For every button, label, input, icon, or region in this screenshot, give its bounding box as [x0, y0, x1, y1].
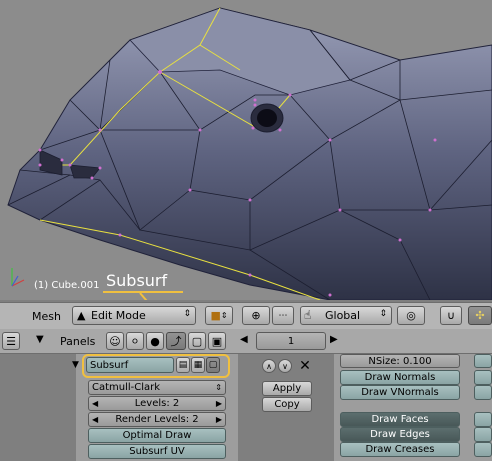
modifier-name: Subsurf	[90, 359, 129, 371]
draw-creases-label: Draw Creases	[365, 444, 435, 455]
script-context-icon[interactable]: ⚪	[126, 332, 144, 350]
pivot-select[interactable]: ⊕	[242, 306, 270, 325]
levels-field[interactable]: ◀ Levels: 2 ▶	[88, 396, 226, 411]
side-toggle[interactable]	[474, 412, 492, 427]
chevron-updown-icon: ⇕	[220, 311, 228, 320]
realtime-toggle-icon[interactable]: ▦	[191, 357, 205, 373]
optimal-draw-toggle[interactable]: Optimal Draw	[88, 428, 226, 443]
subsurf-uv-label: Subsurf UV	[129, 446, 185, 457]
draw-edges-label: Draw Edges	[370, 429, 430, 440]
chevron-updown-icon: ⇕	[215, 383, 222, 392]
side-field[interactable]	[474, 354, 492, 368]
shading-context-icon[interactable]: ●	[146, 332, 164, 350]
draw-faces-label: Draw Faces	[371, 414, 429, 425]
page-number-field[interactable]: 1	[256, 332, 326, 350]
page-number-value: 1	[287, 335, 295, 347]
vertex-icon: ✣	[475, 309, 485, 322]
subsurf-type-select[interactable]: Catmull-Clark ⇕	[88, 380, 226, 395]
scene-context-icon[interactable]: ▣	[208, 332, 226, 350]
collapse-arrow-icon[interactable]: ▼	[36, 334, 44, 345]
cube-icon: ■	[210, 309, 221, 322]
3d-viewport[interactable]: (1) Cube.001 Subsurf	[0, 0, 492, 300]
draw-normals-toggle[interactable]: Draw Normals	[340, 370, 460, 385]
modifier-name-field[interactable]: Subsurf	[86, 357, 174, 373]
draw-edges-toggle[interactable]: Draw Edges	[340, 427, 460, 442]
editmode-toggle-icon[interactable]: ▢	[206, 357, 220, 373]
increment-arrow-icon: ▶	[215, 415, 222, 424]
viewport-header: Mesh ▲ Edit Mode ⇕ ■ ⇕ ⊕ ⋯ ☝ Global ⇕ ◎ ∪…	[0, 302, 492, 330]
render-toggle-icon[interactable]: ▤	[176, 357, 190, 373]
mesh-menu[interactable]: Mesh	[32, 310, 61, 323]
draw-normals-label: Draw Normals	[364, 372, 436, 383]
draw-vnormals-label: Draw VNormals	[361, 387, 439, 398]
orientation-select[interactable]: ☝ Global ⇕	[300, 306, 392, 325]
copy-button[interactable]: Copy	[262, 397, 312, 412]
tab-right-arrow-icon[interactable]: ▶	[330, 334, 338, 345]
mode-select[interactable]: ▲ Edit Mode ⇕	[72, 306, 196, 325]
increment-arrow-icon: ▶	[215, 399, 222, 408]
vertex-select-toggle[interactable]: ✣	[468, 306, 492, 325]
hand-icon: ☝	[304, 308, 312, 322]
decrement-arrow-icon: ◀	[92, 399, 99, 408]
close-icon[interactable]: ✕	[298, 358, 312, 374]
render-levels-label: Render Levels: 2	[115, 414, 199, 425]
callout-underline	[103, 291, 183, 293]
snap-toggle[interactable]: ∪	[440, 306, 462, 325]
move-up-icon[interactable]: ∧	[262, 359, 276, 373]
nsize-field[interactable]: NSize: 0.100	[340, 354, 460, 368]
render-levels-field[interactable]: ◀ Render Levels: 2 ▶	[88, 412, 226, 427]
optimal-draw-label: Optimal Draw	[122, 430, 192, 441]
levels-label: Levels: 2	[134, 398, 180, 409]
target-icon: ◎	[406, 309, 416, 322]
panels-label: Panels	[60, 335, 96, 348]
magnet-icon: ∪	[446, 309, 456, 322]
menu-icon: ☰	[6, 334, 16, 348]
chevron-updown-icon: ⇕	[379, 309, 387, 319]
side-toggle[interactable]	[474, 442, 492, 457]
tab-left-arrow-icon[interactable]: ◀	[240, 334, 248, 345]
mesh-render	[7, 7, 492, 300]
subsurf-type-label: Catmull-Clark	[92, 382, 161, 393]
object-context-icon[interactable]: ⤴	[166, 332, 186, 350]
apply-button[interactable]: Apply	[262, 381, 312, 396]
proportional-edit-select[interactable]: ◎	[397, 306, 425, 325]
decrement-arrow-icon: ◀	[92, 415, 99, 424]
logic-context-icon[interactable]: ☺	[106, 332, 124, 350]
draw-faces-toggle[interactable]: Draw Faces	[340, 412, 460, 427]
draw-type-select[interactable]: ■ ⇕	[205, 306, 233, 325]
callout-label: Subsurf	[106, 271, 168, 290]
nsize-label: NSize: 0.100	[368, 355, 432, 367]
context-buttons: ☺ ⚪ ● ⤴ ▢ ▣	[106, 332, 226, 350]
side-toggle[interactable]	[474, 385, 492, 400]
buttons-header: ☰ ▼ Panels ☺ ⚪ ● ⤴ ▢ ▣ ◀ 1 ▶	[0, 329, 492, 354]
side-toggle[interactable]	[474, 370, 492, 385]
draw-creases-toggle[interactable]: Draw Creases	[340, 442, 460, 457]
manipulator-toggle[interactable]: ⋯	[272, 306, 294, 325]
move-down-icon[interactable]: ∨	[278, 359, 292, 373]
object-label: (1) Cube.001	[34, 280, 100, 291]
mode-label: Edit Mode	[91, 309, 146, 322]
pivot-icon: ⊕	[251, 309, 261, 322]
collapse-arrow-icon[interactable]: ▼	[72, 360, 79, 370]
editing-context-icon[interactable]: ▢	[188, 332, 206, 350]
mode-icon: ▲	[77, 309, 86, 322]
buttons-content: ▼ Subsurf ▤ ▦ ▢ Catmull-Clark ⇕ ◀ Levels…	[0, 354, 492, 461]
subsurf-uv-toggle[interactable]: Subsurf UV	[88, 444, 226, 459]
draw-vnormals-toggle[interactable]: Draw VNormals	[340, 385, 460, 400]
dotted-box-icon: ⋯	[278, 310, 288, 321]
side-toggle[interactable]	[474, 427, 492, 442]
window-type-select[interactable]: ☰	[2, 332, 20, 350]
chevron-updown-icon: ⇕	[183, 309, 191, 319]
orientation-label: Global	[325, 309, 361, 322]
